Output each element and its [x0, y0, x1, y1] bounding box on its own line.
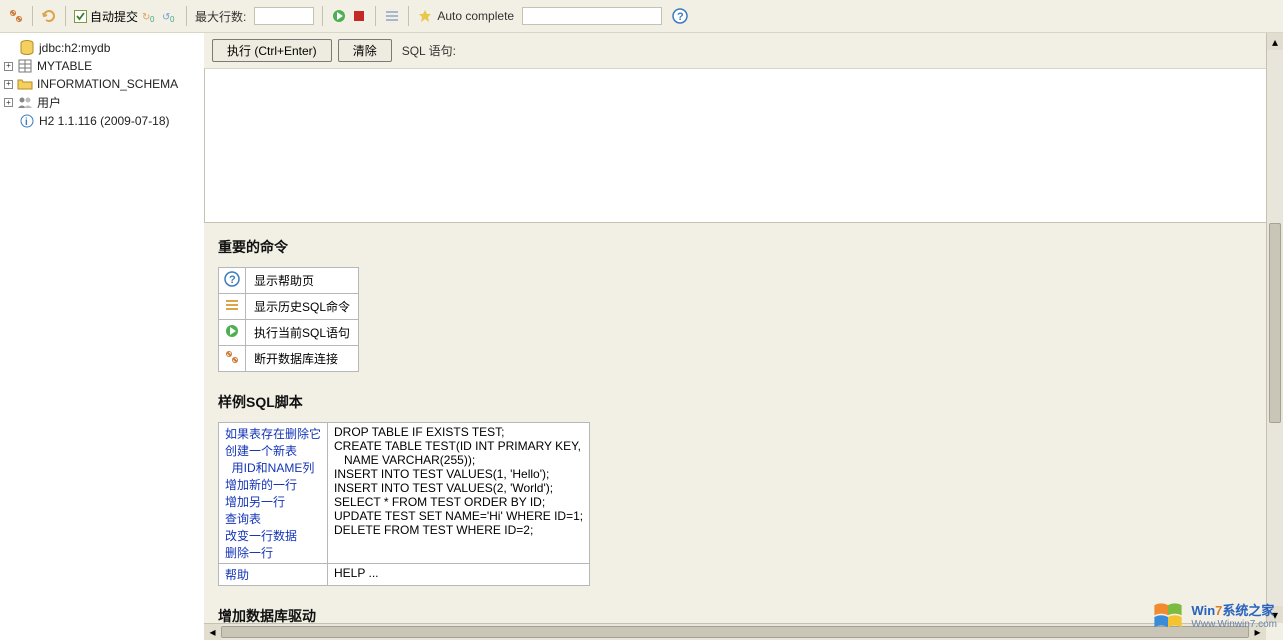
- heading-commands: 重要的命令: [218, 237, 1269, 257]
- sql-statement-label: SQL 语句:: [402, 42, 456, 59]
- scroll-right-icon[interactable]: ▸: [1249, 624, 1266, 640]
- tree-label: H2 1.1.116 (2009-07-18): [39, 114, 170, 128]
- max-rows-label: 最大行数:: [195, 8, 246, 25]
- sample-sql-cell: DROP TABLE IF EXISTS TEST; CREATE TABLE …: [328, 423, 590, 564]
- sample-link[interactable]: 改变一行数据: [225, 529, 297, 543]
- scroll-left-icon[interactable]: ◂: [204, 624, 221, 640]
- clear-button[interactable]: 清除: [338, 39, 392, 62]
- tree-label: 用户: [37, 94, 61, 111]
- main-layout: jdbc:h2:mydb + MYTABLE + INFORMATION_SCH…: [0, 33, 1283, 640]
- separator: [186, 6, 187, 26]
- history-icon: [224, 302, 240, 316]
- svg-text:i: i: [25, 117, 28, 128]
- separator: [65, 6, 66, 26]
- tree-label: INFORMATION_SCHEMA: [37, 77, 178, 91]
- tree-item-information-schema[interactable]: + INFORMATION_SCHEMA: [4, 75, 200, 93]
- scroll-thumb[interactable]: [1269, 223, 1281, 423]
- max-rows-input[interactable]: [254, 7, 314, 25]
- table-icon: [17, 58, 33, 74]
- svg-text:0: 0: [170, 15, 175, 24]
- run-icon[interactable]: [331, 8, 347, 24]
- scroll-thumb[interactable]: [221, 626, 1249, 638]
- checkbox-icon: [74, 10, 87, 23]
- samples-table: 如果表存在删除它 创建一个新表 用ID和NAME列 增加新的一行 增加另一行 查…: [218, 422, 590, 586]
- stop-icon[interactable]: [351, 8, 367, 24]
- command-label: 显示帮助页: [246, 268, 359, 294]
- sql-toolbar: 执行 (Ctrl+Enter) 清除 SQL 语句:: [204, 33, 1283, 68]
- separator: [375, 6, 376, 26]
- disconnect-icon[interactable]: [8, 8, 24, 24]
- disconnect-icon: [224, 354, 240, 368]
- refresh-icon[interactable]: [41, 8, 57, 24]
- database-icon: [19, 40, 35, 56]
- autocomplete-input[interactable]: [522, 7, 662, 25]
- help-icon: ?: [224, 276, 240, 290]
- help-sql: HELP ...: [328, 564, 590, 586]
- command-row[interactable]: 断开数据库连接: [219, 346, 359, 372]
- command-label: 执行当前SQL语句: [246, 320, 359, 346]
- commands-table: ? 显示帮助页 显示历史SQL命令 执行当前SQL语句 断开数据库连接: [218, 267, 359, 372]
- tree-label: MYTABLE: [37, 59, 92, 73]
- separator: [32, 6, 33, 26]
- sample-link[interactable]: 增加另一行: [225, 495, 285, 509]
- db-tree: jdbc:h2:mydb + MYTABLE + INFORMATION_SCH…: [0, 33, 204, 640]
- svg-text:0: 0: [150, 15, 155, 24]
- history-icon[interactable]: [384, 8, 400, 24]
- tree-item-users[interactable]: + 用户: [4, 93, 200, 112]
- tree-db-url[interactable]: jdbc:h2:mydb: [4, 39, 200, 57]
- command-label: 显示历史SQL命令: [246, 294, 359, 320]
- sample-link[interactable]: 如果表存在删除它: [225, 427, 321, 441]
- sample-link[interactable]: 删除一行: [225, 546, 273, 560]
- autocomplete-label: Auto complete: [437, 9, 514, 23]
- help-link[interactable]: 帮助: [225, 568, 249, 582]
- folder-icon: [17, 76, 33, 92]
- command-row[interactable]: 执行当前SQL语句: [219, 320, 359, 346]
- toolbar: 自动提交 ↻0 ↺0 最大行数: Auto complete ?: [0, 0, 1283, 33]
- svg-text:?: ?: [229, 274, 236, 286]
- rollback-icon[interactable]: ↺0: [162, 8, 178, 24]
- tree-item-mytable[interactable]: + MYTABLE: [4, 57, 200, 75]
- run-icon: [224, 328, 240, 342]
- results-area: 重要的命令 ? 显示帮助页 显示历史SQL命令 执行当前SQL语句 断开数据库连…: [204, 223, 1283, 640]
- auto-commit-checkbox[interactable]: 自动提交: [74, 8, 138, 25]
- expand-icon[interactable]: +: [4, 62, 13, 71]
- autocomplete-icon[interactable]: [417, 8, 433, 24]
- expand-icon[interactable]: +: [4, 80, 13, 89]
- sql-textarea[interactable]: [204, 68, 1283, 223]
- expand-icon[interactable]: +: [4, 98, 13, 107]
- scroll-down-icon[interactable]: ▾: [1267, 606, 1283, 623]
- command-row[interactable]: 显示历史SQL命令: [219, 294, 359, 320]
- svg-text:?: ?: [677, 11, 684, 23]
- sample-link[interactable]: 查询表: [225, 512, 261, 526]
- auto-commit-label: 自动提交: [90, 8, 138, 25]
- heading-samples: 样例SQL脚本: [218, 392, 1269, 412]
- tree-label: jdbc:h2:mydb: [39, 41, 110, 55]
- sample-link[interactable]: 增加新的一行: [225, 478, 297, 492]
- horizontal-scrollbar[interactable]: ◂ ▸: [204, 623, 1266, 640]
- users-icon: [17, 95, 33, 111]
- commit-icon[interactable]: ↻0: [142, 8, 158, 24]
- command-label: 断开数据库连接: [246, 346, 359, 372]
- sample-link[interactable]: 创建一个新表 用ID和NAME列: [225, 444, 314, 475]
- separator: [322, 6, 323, 26]
- content-area: 执行 (Ctrl+Enter) 清除 SQL 语句: 重要的命令 ? 显示帮助页…: [204, 33, 1283, 640]
- vertical-scrollbar[interactable]: ▴ ▾: [1266, 33, 1283, 623]
- tree-version: i H2 1.1.116 (2009-07-18): [4, 112, 200, 130]
- help-icon[interactable]: ?: [672, 8, 688, 24]
- sample-links-cell: 如果表存在删除它 创建一个新表 用ID和NAME列 增加新的一行 增加另一行 查…: [219, 423, 328, 564]
- execute-button[interactable]: 执行 (Ctrl+Enter): [212, 39, 332, 62]
- command-row[interactable]: ? 显示帮助页: [219, 268, 359, 294]
- separator: [408, 6, 409, 26]
- scroll-up-icon[interactable]: ▴: [1267, 33, 1283, 50]
- info-icon: i: [19, 113, 35, 129]
